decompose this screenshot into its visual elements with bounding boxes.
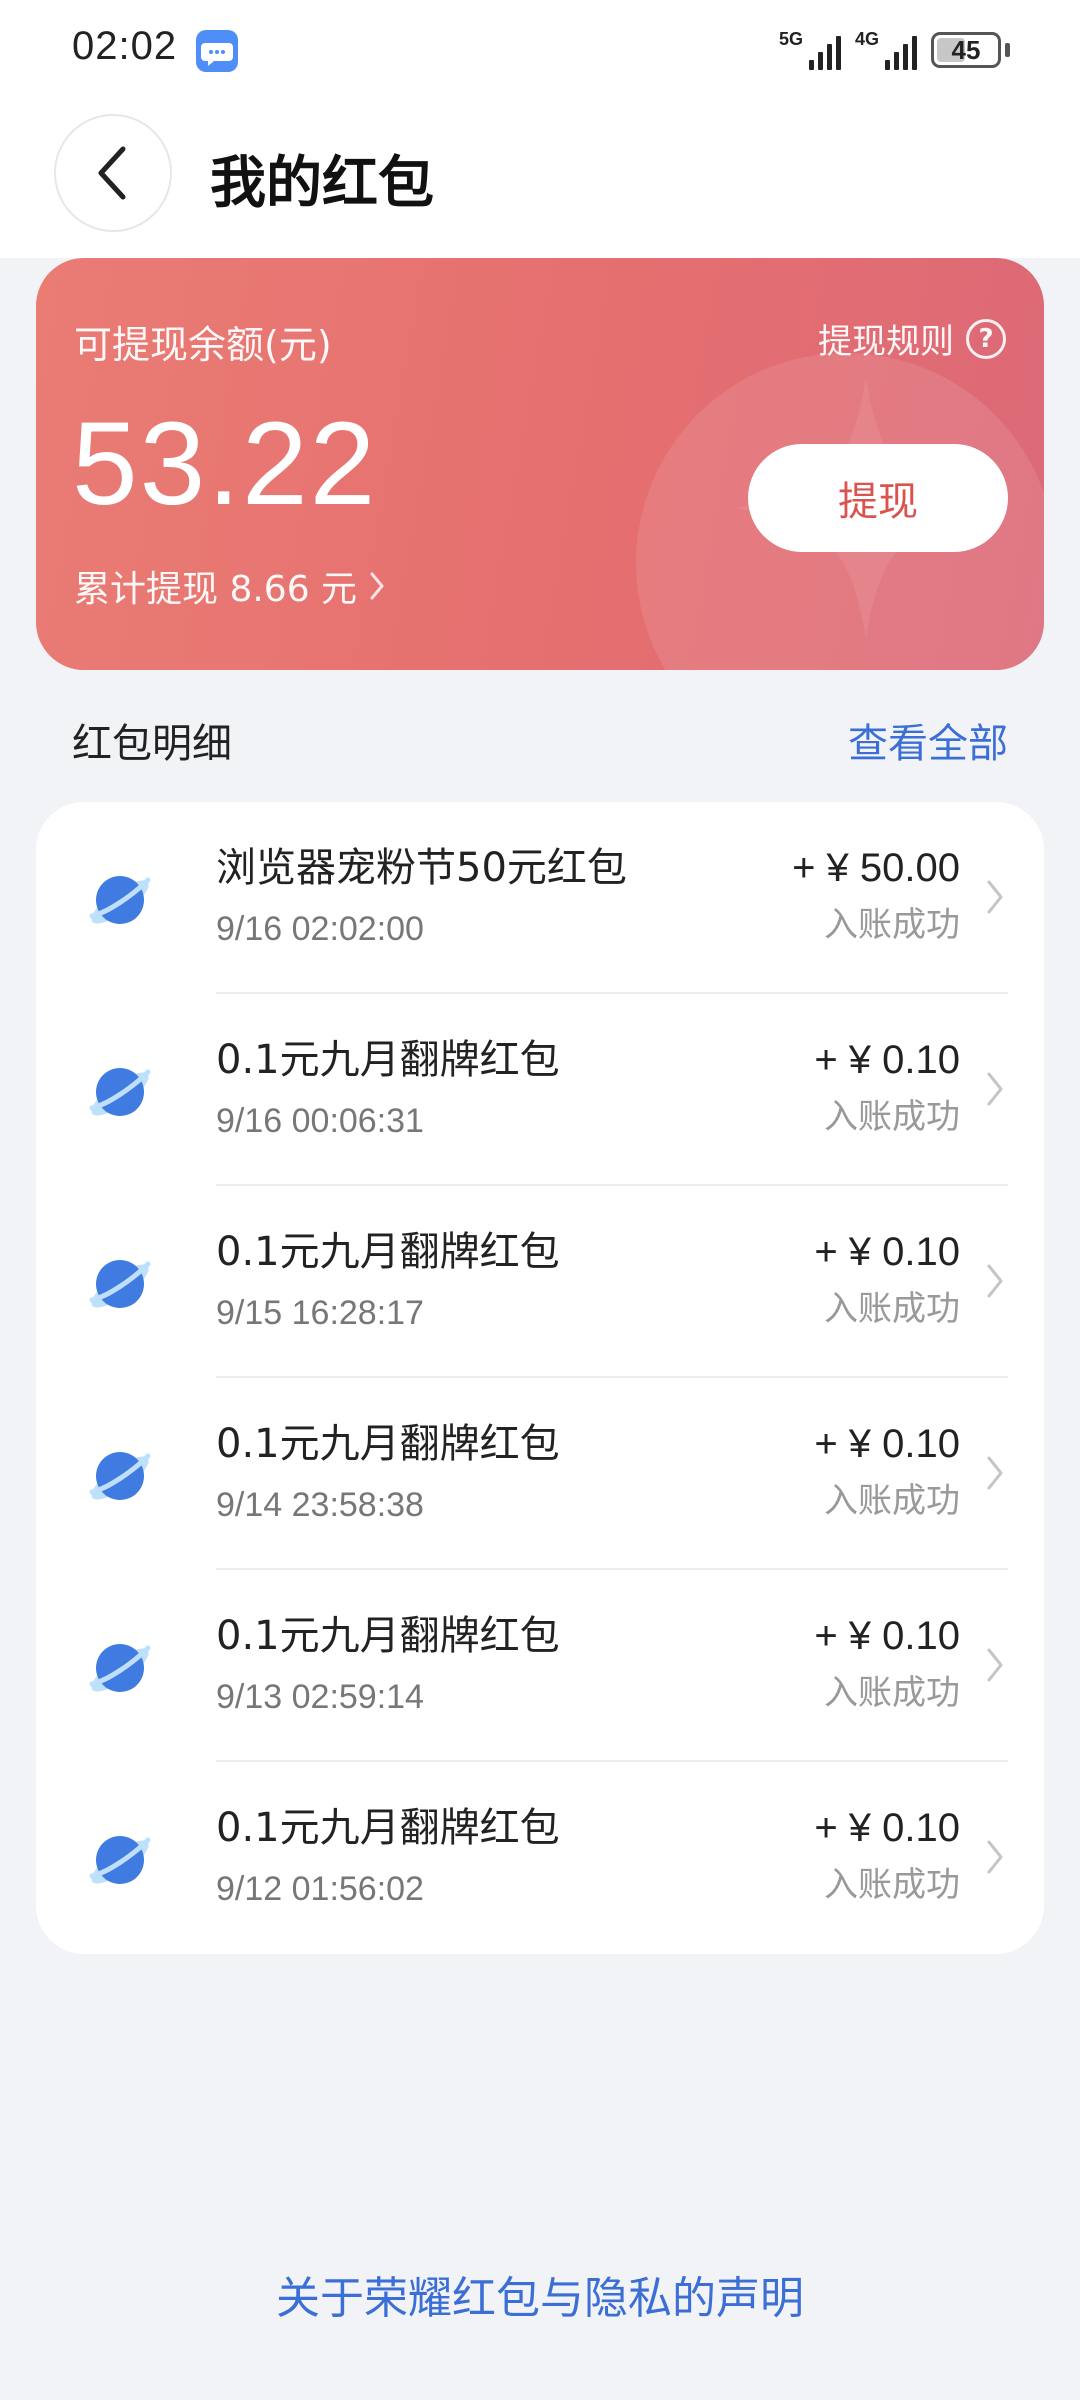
item-title: 0.1元九月翻牌红包 — [216, 1805, 560, 1851]
withdraw-button[interactable]: 提现 — [748, 444, 1008, 552]
details-header: 红包明细 查看全部 — [72, 710, 1008, 770]
item-title: 0.1元九月翻牌红包 — [216, 1037, 560, 1083]
item-time: 9/16 00:06:31 — [216, 1102, 424, 1140]
planet-icon — [84, 1824, 156, 1900]
item-amount: + ¥ 0.10 — [814, 1806, 960, 1850]
status-bar: 02:02 5G 4G 45 — [0, 0, 1080, 100]
total-withdraw-link[interactable]: 累计提现 8.66 元 — [74, 560, 387, 612]
item-status: 入账成功 — [824, 1865, 960, 1905]
chevron-right-icon — [370, 572, 384, 600]
item-time: 9/14 23:58:38 — [216, 1486, 424, 1524]
chevron-left-icon — [98, 146, 126, 200]
details-list: 浏览器宠粉节50元红包 9/16 02:02:00 + ¥ 50.00 入账成功… — [36, 802, 1044, 1954]
top-bar: 02:02 5G 4G 45 我的红包 — [0, 0, 1080, 258]
list-item[interactable]: 0.1元九月翻牌红包 9/14 23:58:38 + ¥ 0.10 入账成功 — [36, 1378, 1044, 1570]
chevron-right-icon — [984, 1260, 1006, 1306]
item-amount: + ¥ 0.10 — [814, 1614, 960, 1658]
list-item[interactable]: 0.1元九月翻牌红包 9/16 00:06:31 + ¥ 0.10 入账成功 — [36, 994, 1044, 1186]
help-circle-icon: ? — [966, 318, 1006, 359]
page-title: 我的红包 — [210, 151, 434, 216]
planet-icon — [84, 1440, 156, 1516]
item-amount: + ¥ 0.10 — [814, 1422, 960, 1466]
withdraw-rules-link[interactable]: 提现规则 ? — [818, 314, 1006, 363]
list-item[interactable]: 0.1元九月翻牌红包 9/12 01:56:02 + ¥ 0.10 入账成功 — [36, 1762, 1044, 1954]
balance-card: 可提现余额(元) 提现规则 ? 53.22 累计提现 8.66 元 提现 — [36, 258, 1044, 670]
item-time: 9/16 02:02:00 — [216, 910, 424, 948]
item-status: 入账成功 — [824, 1097, 960, 1137]
item-title: 0.1元九月翻牌红包 — [216, 1421, 560, 1467]
back-button[interactable] — [54, 114, 172, 232]
withdrawable-balance-label: 可提现余额(元) — [74, 323, 332, 367]
battery-icon: 45 — [931, 32, 1001, 68]
planet-icon — [84, 1632, 156, 1708]
list-item[interactable]: 0.1元九月翻牌红包 9/15 16:28:17 + ¥ 0.10 入账成功 — [36, 1186, 1044, 1378]
item-amount: + ¥ 0.10 — [814, 1230, 960, 1274]
item-amount: + ¥ 0.10 — [814, 1038, 960, 1082]
planet-icon — [84, 1248, 156, 1324]
signal-4g-icon: 4G — [855, 30, 917, 70]
details-section-title: 红包明细 — [72, 721, 232, 767]
item-title: 0.1元九月翻牌红包 — [216, 1229, 560, 1275]
list-item[interactable]: 浏览器宠粉节50元红包 9/16 02:02:00 + ¥ 50.00 入账成功 — [36, 802, 1044, 994]
item-status: 入账成功 — [824, 1289, 960, 1329]
planet-icon — [84, 1056, 156, 1132]
signal-5g-icon: 5G — [779, 30, 841, 70]
chevron-right-icon — [984, 1836, 1006, 1882]
list-item[interactable]: 0.1元九月翻牌红包 9/13 02:59:14 + ¥ 0.10 入账成功 — [36, 1570, 1044, 1762]
item-time: 9/12 01:56:02 — [216, 1870, 424, 1908]
message-notification-icon — [196, 30, 238, 72]
battery-level: 45 — [951, 34, 981, 65]
item-status: 入账成功 — [824, 1673, 960, 1713]
item-time: 9/15 16:28:17 — [216, 1294, 424, 1332]
item-status: 入账成功 — [824, 905, 960, 945]
balance-amount: 53.22 — [72, 398, 378, 530]
item-title: 浏览器宠粉节50元红包 — [216, 845, 627, 891]
withdraw-rules-label: 提现规则 — [818, 322, 954, 362]
privacy-statement-link[interactable]: 关于荣耀红包与隐私的声明 — [0, 2262, 1080, 2326]
total-withdraw-text: 累计提现 8.66 元 — [74, 569, 358, 610]
view-all-link[interactable]: 查看全部 — [848, 711, 1008, 769]
network-label-4g: 4G — [854, 29, 879, 49]
item-time: 9/13 02:59:14 — [216, 1678, 424, 1716]
item-amount: + ¥ 50.00 — [792, 846, 960, 890]
chevron-right-icon — [984, 1644, 1006, 1690]
chevron-right-icon — [984, 1452, 1006, 1498]
planet-icon — [84, 864, 156, 940]
status-time: 02:02 — [72, 24, 178, 68]
item-status: 入账成功 — [824, 1481, 960, 1521]
chevron-right-icon — [984, 876, 1006, 922]
status-indicators: 5G 4G 45 — [779, 28, 1010, 72]
item-title: 0.1元九月翻牌红包 — [216, 1613, 560, 1659]
network-label-5g: 5G — [778, 29, 803, 49]
chevron-right-icon — [984, 1068, 1006, 1114]
